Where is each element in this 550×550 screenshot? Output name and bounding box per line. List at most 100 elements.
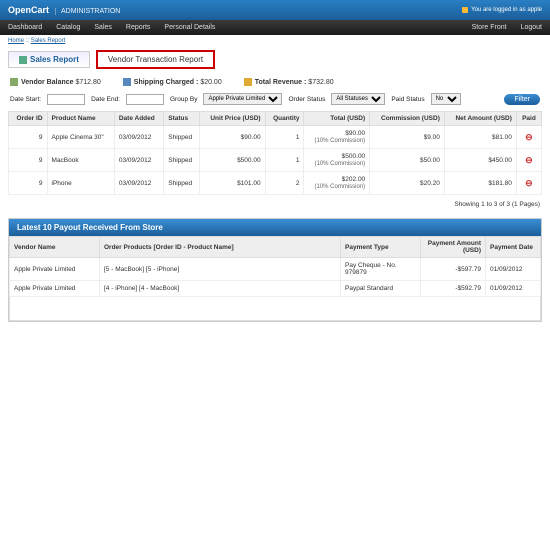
pcol-vendor: Vendor Name: [10, 237, 100, 258]
payout-table: Vendor Name Order Products [Order ID - P…: [9, 236, 541, 297]
pcell-amt: -$592.79: [421, 281, 486, 297]
pcol-order: Order Products [Order ID - Product Name]: [100, 237, 341, 258]
payout-empty-space: [9, 297, 541, 321]
payout-section: Latest 10 Payout Received From Store Ven…: [8, 218, 542, 322]
cell-product: MacBook: [47, 149, 114, 172]
page: Sales Report Vendor Transaction Report V…: [0, 50, 550, 330]
col-qty[interactable]: Quantity: [265, 112, 304, 126]
nav-sales[interactable]: Sales: [94, 24, 112, 31]
date-end-label: Date End:: [91, 96, 120, 103]
brand: OpenCart: [8, 5, 49, 15]
pcell-type: Paypal Standard: [341, 281, 421, 297]
table-row: 9MacBook03/09/2012Shipped$500.001$500.00…: [9, 149, 542, 172]
cell-qty: 1: [265, 149, 304, 172]
group-by-select[interactable]: Apple Private Limited: [203, 93, 282, 105]
cell-paid[interactable]: ⊖: [516, 172, 541, 195]
remove-icon[interactable]: ⊖: [525, 155, 533, 165]
date-start-input[interactable]: [47, 94, 85, 105]
col-product[interactable]: Product Name: [47, 112, 114, 126]
cell-total: $500.00(10% Commission): [304, 149, 370, 172]
pcell-amt: -$597.79: [421, 258, 486, 281]
payout-row: Apple Private Limited[5 - MacBook] [5 - …: [10, 258, 541, 281]
pcell-date: 01/09/2012: [486, 281, 541, 297]
transactions-table: Order ID Product Name Date Added Status …: [8, 111, 542, 195]
pcol-date: Payment Date: [486, 237, 541, 258]
crumb-report[interactable]: Sales Report: [31, 38, 66, 44]
filter-button[interactable]: Filter: [504, 94, 540, 105]
cell-total: $90.00(10% Commission): [304, 126, 370, 149]
report-icon: [19, 56, 27, 64]
col-date[interactable]: Date Added: [114, 112, 163, 126]
cell-net: $450.00: [444, 149, 516, 172]
col-status[interactable]: Status: [164, 112, 200, 126]
summary-balance: Vendor Balance $712.80: [10, 78, 101, 86]
tab-boxed-label: Vendor Transaction Report: [108, 55, 203, 64]
nav-personal[interactable]: Personal Details: [164, 24, 215, 31]
date-end-input[interactable]: [126, 94, 164, 105]
remove-icon[interactable]: ⊖: [525, 178, 533, 188]
col-comm[interactable]: Commission (USD): [370, 112, 445, 126]
cell-total: $202.00(10% Commission): [304, 172, 370, 195]
lock-icon: [462, 7, 468, 13]
nav-catalog[interactable]: Catalog: [56, 24, 80, 31]
col-paid[interactable]: Paid: [516, 112, 541, 126]
col-total[interactable]: Total (USD): [304, 112, 370, 126]
cell-status: Shipped: [164, 149, 200, 172]
paid-status-select[interactable]: No: [431, 93, 461, 105]
cell-unit: $101.00: [200, 172, 265, 195]
order-status-select[interactable]: All Statuses: [331, 93, 385, 105]
summary-bar: Vendor Balance $712.80 Shipping Charged …: [8, 74, 542, 90]
pagination-info: Showing 1 to 3 of 3 (1 Pages): [8, 195, 542, 218]
pcell-type: Pay Cheque - No. 979879: [341, 258, 421, 281]
summary-shipping: Shipping Charged : $20.00: [123, 78, 222, 86]
cell-paid[interactable]: ⊖: [516, 149, 541, 172]
cell-comm: $50.00: [370, 149, 445, 172]
cell-net: $181.80: [444, 172, 516, 195]
shipping-icon: [123, 78, 131, 86]
nav-right: Store Front Logout: [472, 24, 542, 31]
nav-reports[interactable]: Reports: [126, 24, 151, 31]
table-row: 9iPhone03/09/2012Shipped$101.002$202.00(…: [9, 172, 542, 195]
col-net[interactable]: Net Amount (USD): [444, 112, 516, 126]
tab-vendor-transaction[interactable]: Vendor Transaction Report: [96, 50, 215, 69]
revenue-icon: [244, 78, 252, 86]
crumb-home[interactable]: Home: [8, 38, 24, 44]
remove-icon[interactable]: ⊖: [525, 132, 533, 142]
order-status-label: Order Status: [288, 96, 325, 103]
cell-oid: 9: [9, 149, 48, 172]
cell-qty: 2: [265, 172, 304, 195]
pcell-date: 01/09/2012: [486, 258, 541, 281]
payout-row: Apple Private Limited[4 - iPhone] [4 - M…: [10, 281, 541, 297]
paid-status-label: Paid Status: [391, 96, 424, 103]
filter-bar: Date Start: Date End: Group By Apple Pri…: [8, 90, 542, 111]
cell-paid[interactable]: ⊖: [516, 126, 541, 149]
cell-oid: 9: [9, 172, 48, 195]
brand-block: OpenCart ADMINISTRATION: [8, 5, 120, 15]
brand-sub: ADMINISTRATION: [55, 8, 120, 15]
cell-oid: 9: [9, 126, 48, 149]
cell-unit: $500.00: [200, 149, 265, 172]
col-unit[interactable]: Unit Price (USD): [200, 112, 265, 126]
tab-active-label: Sales Report: [30, 55, 79, 64]
topbar: OpenCart ADMINISTRATION You are logged i…: [0, 0, 550, 20]
pcol-type: Payment Type: [341, 237, 421, 258]
breadcrumb: Home :: Sales Report: [0, 35, 550, 47]
pcell-order: [4 - iPhone] [4 - MacBook]: [100, 281, 341, 297]
tab-sales-report[interactable]: Sales Report: [8, 51, 90, 68]
table-row: 9Apple Cinema 30"03/09/2012Shipped $90.00…: [9, 126, 542, 149]
cell-date: 03/09/2012: [114, 126, 163, 149]
pcol-amt: Payment Amount (USD): [421, 237, 486, 258]
cell-status: Shipped: [164, 126, 200, 149]
cell-net: $81.00: [444, 126, 516, 149]
nav-dashboard[interactable]: Dashboard: [8, 24, 42, 31]
pcell-vendor: Apple Private Limited: [10, 258, 100, 281]
col-order-id[interactable]: Order ID: [9, 112, 48, 126]
cell-product: Apple Cinema 30": [47, 126, 114, 149]
tab-row: Sales Report Vendor Transaction Report: [8, 50, 542, 69]
nav-storefront[interactable]: Store Front: [472, 24, 507, 31]
nav-logout[interactable]: Logout: [521, 24, 542, 31]
balance-icon: [10, 78, 18, 86]
cell-qty: 1: [265, 126, 304, 149]
login-info: You are logged in as apple: [462, 7, 542, 13]
cell-status: Shipped: [164, 172, 200, 195]
